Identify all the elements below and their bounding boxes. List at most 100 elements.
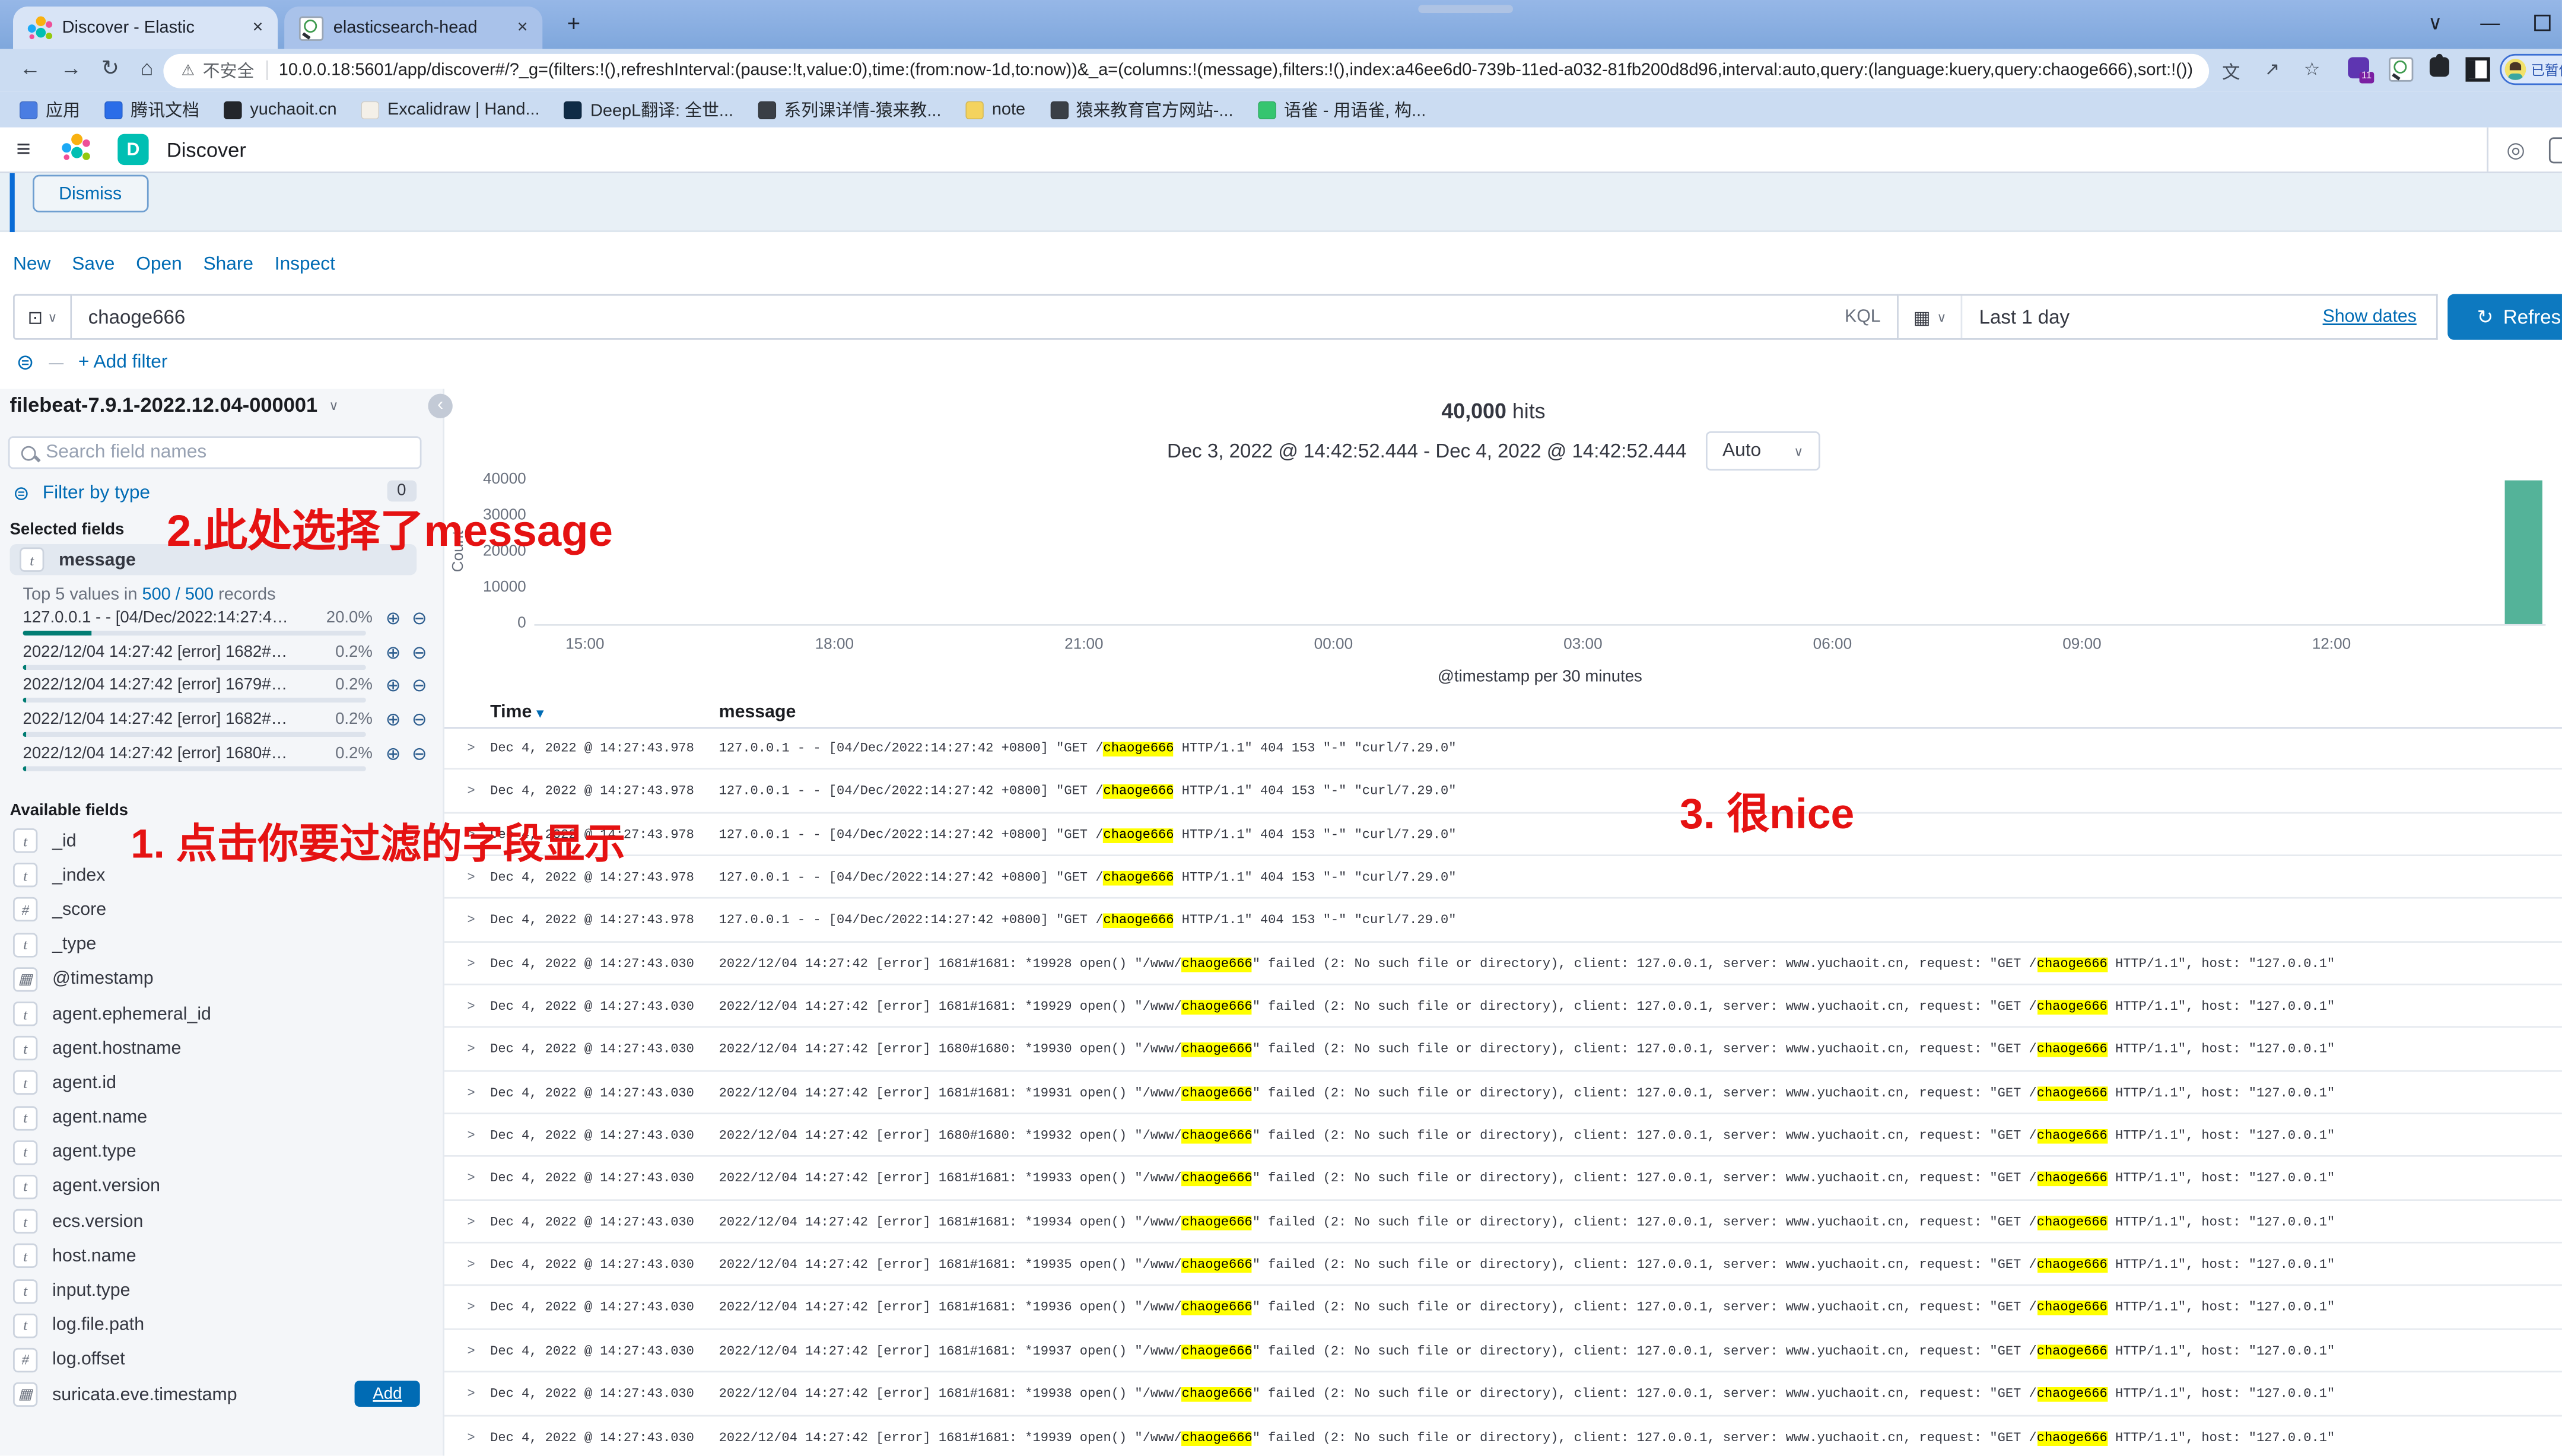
expand-row-icon[interactable]: > [468, 1085, 475, 1099]
field-item[interactable]: t _type Add [0, 927, 443, 962]
filter-for-value-icon[interactable]: ⊕ [386, 675, 400, 697]
bookmark-item[interactable]: 腾讯文档 [104, 97, 199, 122]
forward-icon[interactable]: → [61, 56, 82, 80]
expand-row-icon[interactable]: > [468, 1300, 475, 1315]
query-input[interactable]: chaoge666 KQL [72, 294, 1899, 340]
expand-row-icon[interactable]: > [468, 1386, 475, 1401]
field-item[interactable]: t agent.name Add [0, 1101, 443, 1135]
field-item[interactable]: ▦ @timestamp Add [0, 962, 443, 996]
tab-elasticsearch-head[interactable]: elasticsearch-head × [284, 7, 542, 49]
field-item[interactable]: t agent.id Add [0, 1066, 443, 1100]
home-icon[interactable]: ⌂ [141, 56, 154, 80]
address-bar[interactable]: ⚠ 不安全 10.0.0.18:5601/app/discover#/?_g=(… [163, 53, 2209, 87]
filter-for-value-icon[interactable]: ⊕ [386, 743, 400, 764]
filter-out-value-icon[interactable]: ⊖ [412, 675, 427, 697]
field-item[interactable]: t log.file.path Add [0, 1308, 443, 1343]
close-tab-icon[interactable]: × [253, 18, 263, 37]
bookmark-star-icon[interactable]: ☆ [2304, 59, 2320, 80]
add-field-button[interactable]: Add [355, 1381, 420, 1407]
menu-link[interactable]: Share [204, 255, 254, 275]
menu-link[interactable]: Inspect [275, 255, 335, 275]
help-icon[interactable]: ◎ [2506, 137, 2525, 163]
menu-link[interactable]: Save [72, 255, 115, 275]
expand-row-icon[interactable]: > [468, 1343, 475, 1358]
time-column-header[interactable]: Time ▾ [490, 702, 543, 722]
field-item[interactable]: ▦ suricata.eve.timestamp Add [0, 1377, 443, 1412]
field-search-input[interactable]: Search field names [8, 436, 422, 469]
field-item[interactable]: # _score Add [0, 893, 443, 927]
message-column-header[interactable]: message [719, 702, 796, 722]
bookmark-item[interactable]: yuchaoit.cn [224, 100, 336, 119]
bookmark-item[interactable]: 应用 [20, 97, 80, 122]
bookmark-item[interactable]: 系列课详情-猿来教... [758, 97, 941, 122]
tab-discover[interactable]: Discover - Elastic × [13, 7, 278, 49]
expand-row-icon[interactable]: > [468, 1171, 475, 1185]
date-picker[interactable]: ▦∨ Last 1 day Show dates [1899, 294, 2438, 340]
field-item[interactable]: t agent.hostname Add [0, 1031, 443, 1066]
expand-row-icon[interactable]: > [468, 740, 475, 755]
expand-row-icon[interactable]: > [468, 1257, 475, 1271]
index-pattern-selector[interactable]: filebeat-7.9.1-2022.12.04-000001 ∨ [10, 394, 339, 417]
reload-icon[interactable]: ↻ [101, 56, 119, 82]
bookmark-item[interactable]: 猿来教育官方网站-... [1050, 97, 1233, 122]
url-text[interactable]: 10.0.0.18:5601/app/discover#/?_g=(filter… [279, 61, 2209, 80]
bookmark-item[interactable]: DeepL翻译: 全世... [564, 97, 733, 122]
field-item[interactable]: t ecs.version Add [0, 1204, 443, 1239]
tabstrip-chevron-icon[interactable]: ∨ [2428, 11, 2442, 34]
field-item[interactable]: t host.name Add [0, 1239, 443, 1273]
expand-row-icon[interactable]: > [468, 783, 475, 798]
minimize-button[interactable]: — [2480, 11, 2500, 34]
expand-row-icon[interactable]: > [468, 999, 475, 1013]
field-item[interactable]: t input.type Add [0, 1273, 443, 1308]
filter-out-value-icon[interactable]: ⊖ [412, 709, 427, 730]
interval-select[interactable]: Auto∨ [1706, 431, 1819, 471]
space-avatar[interactable]: D [117, 134, 148, 165]
filter-out-value-icon[interactable]: ⊖ [412, 641, 427, 663]
extension-icon[interactable]: 11 [2348, 57, 2369, 78]
close-tab-icon[interactable]: × [517, 18, 528, 37]
expand-row-icon[interactable]: > [468, 1429, 475, 1444]
query-language-button[interactable]: KQL [1845, 307, 1881, 327]
expand-row-icon[interactable]: > [468, 1213, 475, 1228]
bookmark-item[interactable]: note [966, 100, 1025, 119]
filter-by-type-button[interactable]: ⊜ Filter by type [13, 482, 150, 505]
field-item[interactable]: t agent.type Add [0, 1135, 443, 1169]
menu-link[interactable]: Open [136, 255, 182, 275]
calendar-button[interactable]: ▦∨ [1899, 295, 1963, 338]
filter-out-value-icon[interactable]: ⊖ [412, 608, 427, 629]
expand-row-icon[interactable]: > [468, 1041, 475, 1056]
back-icon[interactable]: ← [20, 56, 41, 80]
records-link[interactable]: 500 / 500 [142, 585, 214, 605]
reader-mode-icon[interactable] [2465, 57, 2490, 81]
bookmark-item[interactable]: Excalidraw | Hand... [361, 100, 540, 119]
collapse-sidebar-button[interactable]: ‹ [428, 394, 452, 418]
translate-icon[interactable]: 文 [2222, 59, 2240, 85]
expand-row-icon[interactable]: > [468, 869, 475, 884]
expand-row-icon[interactable]: > [468, 913, 475, 927]
clipped-header-icon[interactable] [2549, 137, 2562, 163]
saved-query-button[interactable]: ⊡∨ [13, 294, 72, 340]
field-item[interactable]: # log.offset Add [0, 1343, 443, 1377]
dismiss-button[interactable]: Dismiss [33, 175, 148, 212]
filter-for-value-icon[interactable]: ⊕ [386, 709, 400, 730]
menu-hamburger-icon[interactable]: ≡ [17, 136, 31, 164]
filter-for-value-icon[interactable]: ⊕ [386, 641, 400, 663]
refresh-button[interactable]: ↻Refresh [2447, 294, 2562, 340]
maximize-button[interactable] [2534, 15, 2551, 31]
filter-icon[interactable]: ⊜ [17, 349, 34, 376]
add-filter-link[interactable]: + Add filter [78, 353, 168, 373]
filter-for-value-icon[interactable]: ⊕ [386, 608, 400, 629]
field-item[interactable]: t agent.version Add [0, 1169, 443, 1204]
expand-row-icon[interactable]: > [468, 1127, 475, 1142]
menu-link[interactable]: New [13, 255, 50, 275]
new-tab-button[interactable]: + [567, 10, 581, 36]
share-icon[interactable]: ↗ [2265, 59, 2280, 80]
bookmark-item[interactable]: 语雀 - 用语雀, 构... [1258, 97, 1426, 122]
field-item[interactable]: t agent.ephemeral_id Add [0, 997, 443, 1031]
window-drag-handle[interactable] [1418, 5, 1513, 13]
elasticsearch-head-extension-icon[interactable] [2389, 57, 2413, 81]
profile-button[interactable]: 已暂停 [2500, 54, 2562, 85]
show-dates-link[interactable]: Show dates [2323, 307, 2436, 327]
extensions-puzzle-icon[interactable] [2430, 57, 2449, 77]
expand-row-icon[interactable]: > [468, 955, 475, 970]
